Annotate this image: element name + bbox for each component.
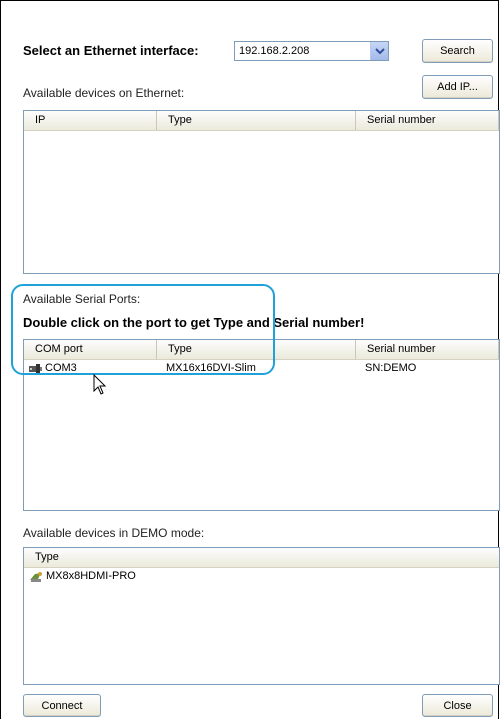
com-port-cell: COM3 (24, 360, 157, 377)
device-type-cell: MX16x16DVI-Slim (166, 362, 256, 374)
add-ip-button[interactable]: Add IP... (422, 75, 493, 99)
serial-list-header: COM port Type Serial number (24, 340, 499, 360)
chevron-down-icon[interactable] (370, 42, 388, 60)
serial-hint-text: Double click on the port to get Type and… (23, 315, 365, 330)
serial-number-cell: SN:DEMO (365, 362, 417, 374)
ethernet-interface-label: Select an Ethernet interface: (23, 43, 199, 58)
column-header-com-port[interactable]: COM port (24, 340, 157, 359)
column-header-ip[interactable]: IP (24, 111, 157, 130)
serial-port-list[interactable]: COM port Type Serial number COM3 MX16x16… (23, 339, 500, 511)
column-header-type[interactable]: Type (157, 111, 356, 130)
com-port-name: COM3 (45, 362, 77, 374)
device-discovery-dialog: Select an Ethernet interface: 192.168.2.… (0, 0, 500, 719)
column-header-type[interactable]: Type (24, 548, 499, 567)
demo-device-name: MX8x8HDMI-PRO (46, 570, 136, 582)
table-row[interactable]: MX8x8HDMI-PRO (24, 568, 499, 585)
network-device-icon (28, 571, 44, 583)
demo-list-header: Type (24, 548, 499, 568)
demo-device-list[interactable]: Type MX8x8HDMI-PRO (23, 547, 500, 685)
connect-button[interactable]: Connect (23, 694, 101, 717)
close-button[interactable]: Close (422, 694, 493, 717)
column-header-serial[interactable]: Serial number (356, 111, 499, 130)
ethernet-interface-value: 192.168.2.208 (239, 45, 310, 57)
ethernet-devices-label: Available devices on Ethernet: (23, 86, 185, 100)
serial-ports-label: Available Serial Ports: (23, 292, 141, 306)
mouse-pointer-icon (93, 373, 107, 399)
column-header-type[interactable]: Type (157, 340, 356, 359)
demo-device-cell: MX8x8HDMI-PRO (24, 568, 494, 585)
ethernet-interface-select[interactable]: 192.168.2.208 (234, 41, 389, 61)
ethernet-list-header: IP Type Serial number (24, 111, 499, 131)
ethernet-device-list[interactable]: IP Type Serial number (23, 110, 500, 274)
demo-devices-label: Available devices in DEMO mode: (23, 526, 205, 540)
column-header-serial[interactable]: Serial number (356, 340, 499, 359)
search-button[interactable]: Search (422, 39, 493, 63)
serial-port-icon (28, 363, 42, 375)
